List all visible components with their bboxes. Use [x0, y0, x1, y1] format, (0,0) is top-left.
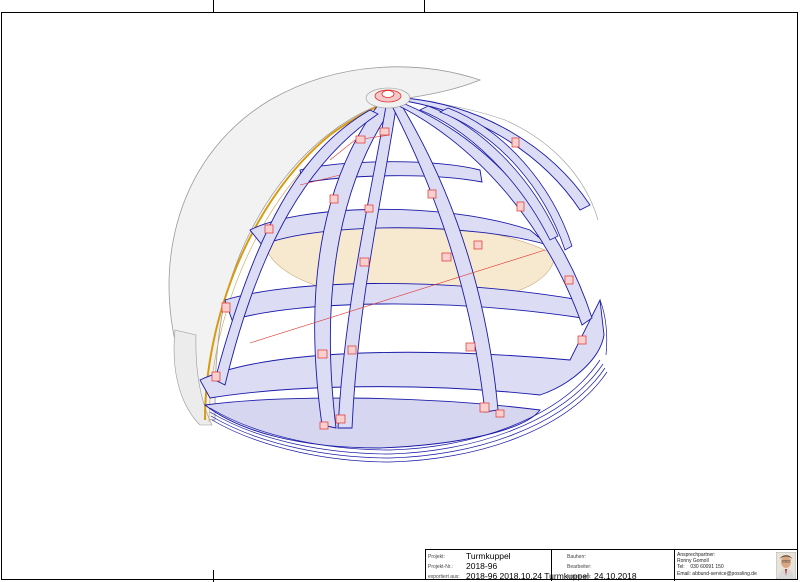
- contact-email: abbund-service@possling.de: [692, 570, 757, 577]
- exported-from-label: exportiert aus:: [428, 574, 460, 580]
- contact-email-row: Email: abbund-service@possling.de: [677, 571, 757, 577]
- project-label: Projekt:: [428, 554, 445, 560]
- title-block: Projekt: Turmkuppel Projekt-Nr.: 2018-96…: [425, 549, 798, 581]
- dome-drawing: [168, 66, 608, 463]
- contact-phone-label: Tel:: [677, 564, 685, 571]
- project-no-value: 2018-96: [466, 561, 498, 571]
- project-value: Turmkuppel: [466, 551, 511, 561]
- contact-phone: 030 60091 150: [690, 564, 724, 571]
- contact-email-label: Email:: [677, 570, 691, 577]
- contact-block: Ansprechpartner: Ronny Gomoll Tel: 030 6…: [677, 552, 757, 577]
- project-no-label: Projekt-Nr.:: [428, 564, 454, 570]
- contact-photo-icon: [776, 552, 796, 579]
- drawing-sheet: Projekt: Turmkuppel Projekt-Nr.: 2018-96…: [0, 0, 800, 582]
- date-value: 24.10.2018: [594, 571, 637, 581]
- client-label: Bauherr:: [567, 554, 587, 560]
- crown-ring: [365, 87, 411, 109]
- editor-label: Bearbeiter:: [567, 564, 592, 570]
- date-label: erstellt am:: [567, 574, 592, 580]
